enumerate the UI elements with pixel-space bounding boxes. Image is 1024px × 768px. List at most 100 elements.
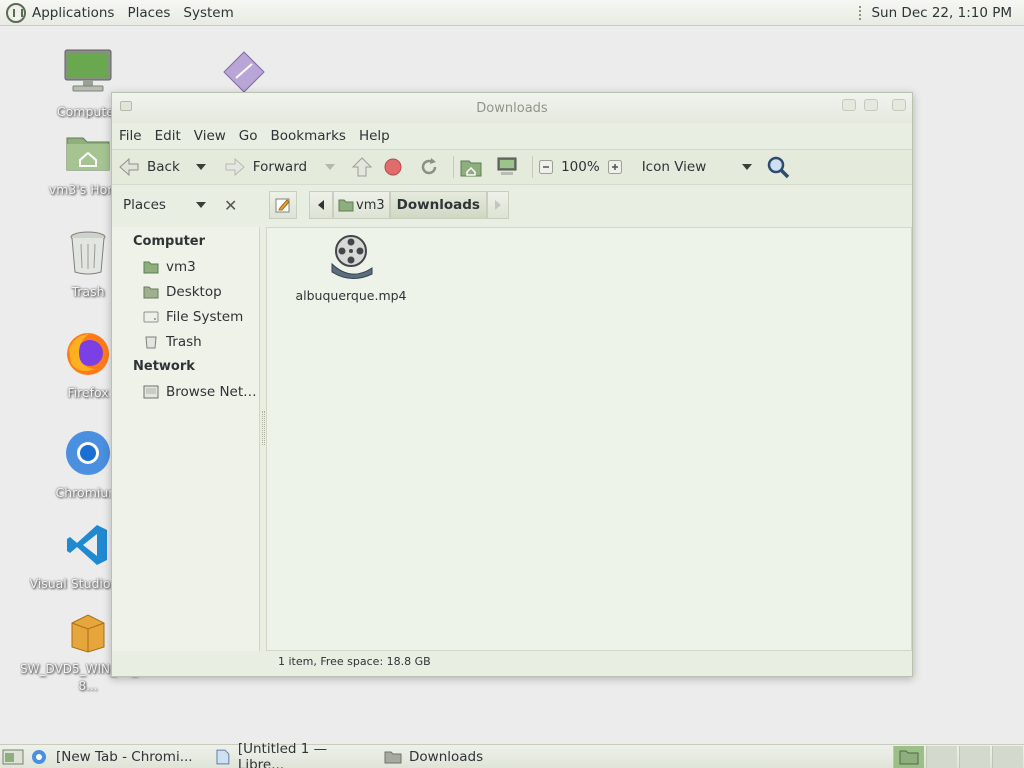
file-item[interactable]: albuquerque.mp4 <box>291 234 411 303</box>
location-bar: Places ✕ vm3 Downloads <box>112 185 912 225</box>
home-folder-icon <box>338 199 354 212</box>
sidebar-places-select[interactable]: Places ✕ <box>112 185 260 225</box>
maximize-button[interactable] <box>864 99 878 111</box>
chromium-icon <box>32 749 46 764</box>
forward-button[interactable]: Forward <box>224 157 336 177</box>
edit-location-icon <box>275 198 290 213</box>
menu-bookmarks[interactable]: Bookmarks <box>271 128 346 144</box>
computer-icon[interactable] <box>496 157 518 177</box>
sidebar-item-label: Trash <box>166 333 202 350</box>
search-icon[interactable] <box>766 155 790 179</box>
show-desktop-icon[interactable] <box>2 748 24 766</box>
pane-splitter[interactable] <box>262 411 265 445</box>
sidebar-item-file-system[interactable]: File System <box>112 304 259 329</box>
file-manager-window: Downloads File Edit View Go Bookmarks He… <box>111 92 913 677</box>
zoom-in-icon[interactable] <box>607 160 622 174</box>
sidebar-section-network: Network <box>133 359 195 374</box>
taskbar-item-label: [Untitled 1 — Libre... <box>237 740 328 768</box>
close-button[interactable] <box>892 99 906 111</box>
breadcrumb-scroll-right-button[interactable] <box>486 191 509 219</box>
forward-label: Forward <box>252 159 308 175</box>
workspace-1[interactable] <box>893 746 924 768</box>
computer-icon <box>64 49 112 92</box>
file-name: albuquerque.mp4 <box>295 288 407 303</box>
chevron-right-icon <box>494 200 501 210</box>
zoom-out-icon[interactable] <box>539 160 554 174</box>
close-sidebar-icon[interactable]: ✕ <box>224 196 237 215</box>
video-file-icon <box>331 235 373 279</box>
breadcrumb-scroll-left-button[interactable] <box>309 191 333 219</box>
menu-go[interactable]: Go <box>239 128 258 144</box>
distro-logo-icon[interactable] <box>6 2 26 23</box>
window-titlebar[interactable]: Downloads <box>112 93 912 123</box>
trash-icon <box>70 231 106 275</box>
chevron-down-icon <box>195 202 206 208</box>
vscode-icon <box>67 525 107 565</box>
menu-file[interactable]: File <box>119 128 142 144</box>
chevron-down-icon <box>741 164 752 170</box>
places-sidebar: Computer vm3 Desktop File System Trash N… <box>112 227 260 651</box>
sidebar-item-desktop[interactable]: Desktop <box>112 279 259 304</box>
forward-history-dropdown-icon[interactable] <box>325 164 336 170</box>
breadcrumb-home-label: vm3 <box>356 197 385 213</box>
places-menu[interactable]: Places <box>127 5 170 21</box>
toolbar-separator <box>532 156 534 178</box>
home-icon[interactable] <box>460 157 482 177</box>
reload-icon[interactable] <box>419 157 439 177</box>
chevron-left-icon <box>318 200 324 210</box>
status-bar: 1 item, Free space: 18.8 GB <box>278 655 431 668</box>
bottom-panel: [New Tab - Chromi... [Untitled 1 — Libre… <box>0 741 1024 768</box>
panel-grip-icon <box>859 6 863 20</box>
breadcrumb-home[interactable]: vm3 <box>333 191 390 219</box>
back-button[interactable]: Back <box>118 157 206 177</box>
view-mode-label: Icon View <box>641 159 707 175</box>
toggle-location-entry-button[interactable] <box>269 191 297 219</box>
folder-icon <box>899 750 919 765</box>
network-icon <box>143 385 159 398</box>
forward-arrow-icon <box>225 157 245 177</box>
document-icon <box>216 749 230 764</box>
back-arrow-icon <box>119 157 139 177</box>
minimize-button[interactable] <box>842 99 856 111</box>
drive-icon <box>143 311 159 322</box>
zoom-level: 100% <box>561 159 600 175</box>
sidebar-combo-label: Places <box>123 197 166 213</box>
workspace-2[interactable] <box>926 746 957 768</box>
taskbar-item-downloads[interactable]: Downloads <box>376 745 506 768</box>
menu-view[interactable]: View <box>194 128 226 144</box>
menu-help[interactable]: Help <box>359 128 390 144</box>
stop-icon[interactable] <box>383 157 403 177</box>
back-label: Back <box>147 159 180 175</box>
breadcrumb-current[interactable]: Downloads <box>389 191 487 219</box>
up-arrow-icon[interactable] <box>351 156 373 178</box>
home-folder-icon <box>143 261 159 273</box>
sidebar-item-label: vm3 <box>166 258 196 275</box>
toolbar-separator <box>453 156 455 178</box>
sidebar-item-label: Browse Net… <box>166 383 257 400</box>
workspace-4[interactable] <box>992 746 1023 768</box>
taskbar-item-label: [New Tab - Chromi... <box>56 748 193 765</box>
applications-menu[interactable]: Applications <box>32 5 114 21</box>
trash-icon <box>145 336 157 348</box>
back-history-dropdown-icon[interactable] <box>195 164 206 170</box>
system-menu[interactable]: System <box>183 5 233 21</box>
taskbar-item-label: Downloads <box>409 748 484 765</box>
window-title: Downloads <box>476 101 548 116</box>
breadcrumb: vm3 Downloads <box>269 191 509 219</box>
sidebar-item-label: Desktop <box>166 283 222 300</box>
sidebar-item-browse-network[interactable]: Browse Net… <box>112 379 259 404</box>
sidebar-item-vm3[interactable]: vm3 <box>112 254 259 279</box>
sidebar-section-computer: Computer <box>133 234 206 249</box>
home-folder-icon <box>66 137 110 171</box>
workspace-3[interactable] <box>959 746 990 768</box>
file-view[interactable]: albuquerque.mp4 <box>266 227 912 651</box>
view-mode-select[interactable]: Icon View <box>642 159 752 175</box>
menubar: File Edit View Go Bookmarks Help <box>112 123 912 149</box>
sidebar-item-trash[interactable]: Trash <box>112 329 259 354</box>
clock[interactable]: Sun Dec 22, 1:10 PM <box>871 5 1012 21</box>
menu-edit[interactable]: Edit <box>155 128 181 144</box>
taskbar-item-chromium[interactable]: [New Tab - Chromi... <box>48 745 208 768</box>
top-panel: Applications Places System Sun Dec 22, 1… <box>0 0 1024 26</box>
sidebar-item-label: File System <box>166 308 244 325</box>
taskbar-item-libreoffice[interactable]: [Untitled 1 — Libre... <box>208 741 376 768</box>
